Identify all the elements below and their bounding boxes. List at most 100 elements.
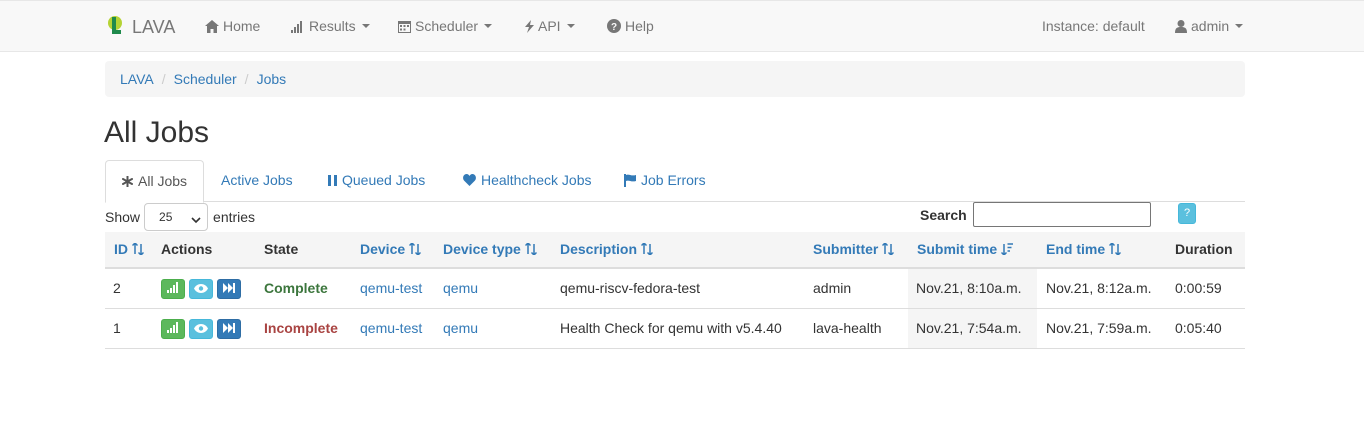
brand-link[interactable]: LAVA bbox=[105, 14, 175, 41]
resubmit-button[interactable] bbox=[217, 278, 241, 299]
top-navbar: LAVA Home Results Scheduler API ? Help I bbox=[0, 0, 1364, 52]
nav-home-label: Home bbox=[223, 18, 261, 34]
device-link[interactable]: qemu-test bbox=[360, 269, 422, 308]
lava-logo-icon bbox=[105, 14, 125, 41]
caret-down-icon bbox=[484, 24, 493, 28]
job-submit-time: Nov.21, 8:10a.m. bbox=[916, 280, 1022, 296]
search-input[interactable] bbox=[972, 202, 1151, 227]
breadcrumb-jobs[interactable]: Jobs bbox=[257, 71, 287, 87]
eye-icon bbox=[194, 269, 208, 308]
view-button[interactable] bbox=[189, 318, 213, 339]
entries-length-control: Show 25 entries bbox=[105, 203, 255, 231]
view-button[interactable] bbox=[189, 278, 213, 299]
job-submit-time: Nov.21, 7:54a.m. bbox=[916, 320, 1022, 336]
sort-icon bbox=[1109, 233, 1122, 268]
device-type-link[interactable]: qemu bbox=[443, 309, 478, 348]
fast-forward-icon bbox=[223, 269, 235, 308]
th-id[interactable]: ID bbox=[114, 232, 145, 268]
breadcrumb-scheduler[interactable]: Scheduler bbox=[174, 71, 237, 87]
device-type-link[interactable]: qemu bbox=[443, 269, 478, 308]
nav-help-label: Help bbox=[625, 18, 654, 34]
entries-label: entries bbox=[213, 209, 256, 225]
user-menu[interactable]: admin bbox=[1175, 18, 1244, 34]
nav-scheduler[interactable]: Scheduler bbox=[398, 18, 493, 34]
tab-job-errors[interactable]: Job Errors bbox=[608, 160, 722, 202]
page-title: All Jobs bbox=[104, 116, 210, 149]
search-label: Search bbox=[920, 206, 967, 223]
sort-icon bbox=[409, 233, 422, 268]
nav-scheduler-label: Scheduler bbox=[415, 18, 479, 34]
job-description: qemu-riscv-fedora-test bbox=[560, 280, 701, 296]
th-end-time[interactable]: End time bbox=[1046, 232, 1122, 268]
th-duration: Duration bbox=[1175, 241, 1233, 257]
job-description: Health Check for qemu with v5.4.40 bbox=[560, 320, 782, 336]
jobs-table: ID Actions State Device Device type Desc… bbox=[105, 232, 1245, 349]
question-circle-icon: ? bbox=[607, 19, 621, 33]
chevron-down-icon bbox=[191, 213, 201, 227]
job-id: 1 bbox=[113, 320, 121, 336]
job-end-time: Nov.21, 7:59a.m. bbox=[1046, 320, 1152, 336]
job-tabs: All Jobs Active Jobs Queued Jobs Healthc… bbox=[105, 160, 1245, 203]
job-state: Incomplete bbox=[264, 320, 338, 336]
show-label: Show bbox=[105, 209, 141, 225]
row-actions bbox=[161, 309, 245, 348]
instance-label: Instance: default bbox=[1042, 18, 1145, 34]
th-device-type[interactable]: Device type bbox=[443, 232, 537, 267]
tab-label: Active Jobs bbox=[221, 172, 293, 188]
tab-active-jobs[interactable]: Active Jobs bbox=[205, 160, 309, 202]
nav-results[interactable]: Results bbox=[291, 18, 370, 34]
asterisk-icon bbox=[122, 173, 133, 189]
help-button[interactable]: ? bbox=[1178, 203, 1196, 224]
table-header: ID Actions State Device Device type Desc… bbox=[105, 232, 1245, 269]
device-link[interactable]: qemu-test bbox=[360, 309, 422, 348]
breadcrumb-separator: / bbox=[161, 71, 166, 87]
table-row: 2 Complete qemu-test qemu qemu-riscv-fed… bbox=[105, 269, 1245, 309]
pause-icon bbox=[328, 172, 337, 188]
signal-icon bbox=[291, 20, 305, 33]
caret-down-icon bbox=[361, 24, 370, 28]
caret-down-icon bbox=[1235, 24, 1244, 28]
tab-label: Queued Jobs bbox=[342, 172, 426, 188]
breadcrumb-lava[interactable]: LAVA bbox=[120, 71, 154, 87]
calendar-icon bbox=[398, 20, 411, 33]
resubmit-button[interactable] bbox=[217, 318, 241, 339]
breadcrumb: LAVA / Scheduler / Jobs bbox=[105, 61, 1245, 97]
tab-queued-jobs[interactable]: Queued Jobs bbox=[312, 160, 441, 202]
tab-healthcheck-jobs[interactable]: Healthcheck Jobs bbox=[447, 160, 608, 202]
tab-label: Healthcheck Jobs bbox=[481, 172, 592, 188]
nav-help[interactable]: ? Help bbox=[607, 18, 654, 34]
job-end-time: Nov.21, 8:12a.m. bbox=[1046, 280, 1152, 296]
search-control: Search bbox=[920, 202, 1151, 227]
job-submitter: admin bbox=[813, 280, 852, 296]
th-submit-time[interactable]: Submit time bbox=[917, 232, 1014, 268]
results-button[interactable] bbox=[161, 278, 185, 299]
eye-icon bbox=[194, 309, 208, 348]
flag-icon bbox=[624, 172, 636, 188]
heart-icon bbox=[463, 172, 476, 188]
th-submitter[interactable]: Submitter bbox=[813, 232, 895, 267]
job-duration: 0:05:40 bbox=[1175, 320, 1222, 336]
nav-home[interactable]: Home bbox=[205, 18, 260, 34]
signal-icon bbox=[167, 269, 179, 308]
row-actions bbox=[161, 269, 245, 308]
entries-select[interactable]: 25 bbox=[144, 203, 209, 231]
tab-all-jobs[interactable]: All Jobs bbox=[105, 160, 205, 203]
sort-icon bbox=[640, 233, 654, 268]
sort-icon bbox=[131, 233, 145, 268]
caret-down-icon bbox=[566, 24, 575, 28]
tab-label: Job Errors bbox=[641, 172, 706, 188]
th-device[interactable]: Device bbox=[360, 232, 422, 268]
nav-results-label: Results bbox=[309, 18, 356, 34]
brand-name: LAVA bbox=[132, 17, 176, 37]
signal-icon bbox=[167, 309, 179, 348]
th-description[interactable]: Description bbox=[560, 232, 654, 268]
job-duration: 0:00:59 bbox=[1175, 280, 1222, 296]
job-state: Complete bbox=[264, 280, 328, 296]
entries-select-value: 25 bbox=[159, 210, 173, 224]
job-id: 2 bbox=[113, 280, 121, 296]
sort-desc-icon bbox=[1001, 233, 1014, 268]
results-button[interactable] bbox=[161, 318, 185, 339]
user-icon bbox=[1175, 19, 1187, 33]
nav-api[interactable]: API bbox=[525, 18, 575, 34]
tab-label: All Jobs bbox=[138, 173, 188, 189]
